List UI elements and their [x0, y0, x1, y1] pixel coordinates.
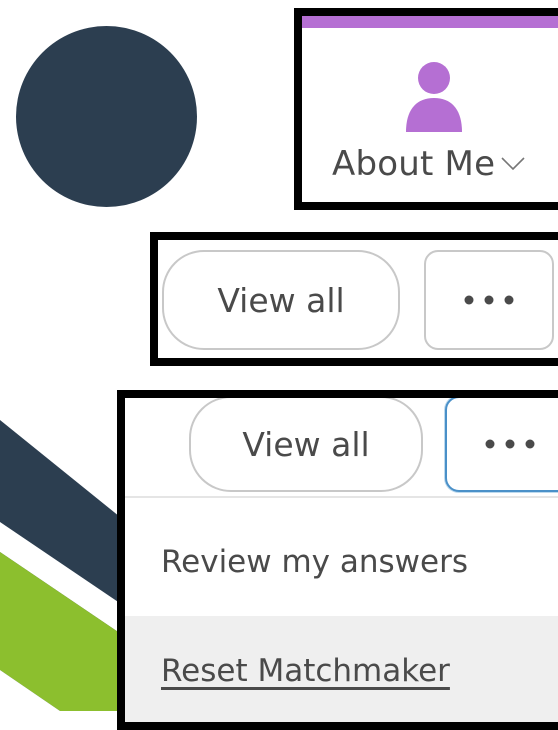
about-me-label: About Me	[332, 144, 496, 184]
chevron-down-icon	[501, 157, 525, 171]
ellipsis-icon	[485, 439, 535, 449]
menu-item-reset-matchmaker[interactable]: Reset Matchmaker	[125, 616, 558, 722]
view-all-button[interactable]: View all	[189, 398, 423, 492]
view-all-panel: View all	[150, 232, 558, 366]
decorative-circle	[16, 26, 197, 207]
more-options-button[interactable]	[424, 250, 554, 350]
more-options-menu-panel: View all Review my answers Reset Matchma…	[117, 390, 558, 730]
menu-divider	[125, 496, 558, 498]
decorative-stripes	[0, 420, 130, 711]
menu-item-review-my-answers[interactable]: Review my answers	[125, 508, 558, 616]
about-me-tab[interactable]: About Me	[332, 144, 525, 184]
more-options-button-focused[interactable]	[445, 398, 558, 492]
about-tab-active-bar	[302, 16, 558, 28]
ellipsis-icon	[464, 295, 514, 305]
menu-item-reset-matchmaker-label: Reset Matchmaker	[161, 653, 450, 689]
person-icon	[406, 62, 462, 132]
about-me-panel: About Me	[294, 8, 558, 210]
view-all-button[interactable]: View all	[162, 250, 400, 350]
